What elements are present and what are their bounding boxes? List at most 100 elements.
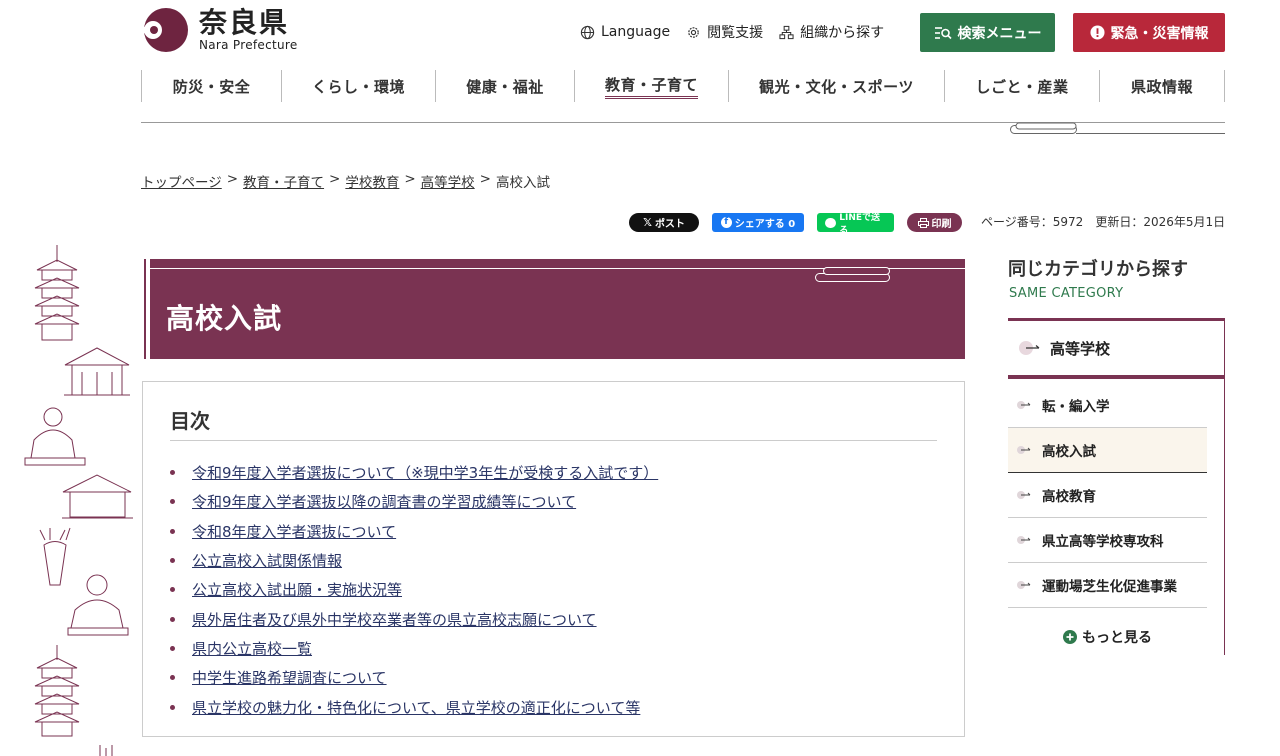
gnav-item-work[interactable]: しごと・産業 [944,70,1099,102]
emergency-button[interactable]: 緊急・災害情報 [1073,13,1225,52]
sidebar-item-advanced-course[interactable]: 県立高等学校専攻科 [1008,518,1207,563]
organization-label: 組織から探す [800,25,885,41]
page-number: ページ番号：5972 [981,215,1084,229]
sidebar-item-label: 転・編入学 [1042,399,1110,415]
gnav-item-education[interactable]: 教育・子育て [574,70,728,102]
sidebar-heading: 同じカテゴリから探す [1008,259,1188,280]
breadcrumb-separator: > [329,171,341,187]
sidebar-item-turf-project[interactable]: 運動場芝生化促進事業 [1008,563,1207,608]
toc-item: 公立高校入試出願・実施状況等 [170,575,658,604]
breadcrumb-current: 高校入試 [495,175,550,191]
toc-link[interactable]: 令和9年度入学者選抜以降の調査書の学習成績等について [192,491,576,512]
breadcrumb-education[interactable]: 教育・子育て [243,171,324,191]
line-share-button[interactable]: LINEで送る [817,213,894,236]
facebook-share-button[interactable]: f シェアする 0 [712,213,804,232]
breadcrumb-separator: > [404,171,416,187]
printer-icon [917,217,929,228]
toc-item: 中学生進路希望調査について [170,663,658,692]
sidebar-item-high-school-education[interactable]: 高校教育 [1008,473,1207,518]
logo-title: 奈良県 [199,6,290,39]
print-button[interactable]: 印刷 [907,213,962,232]
global-nav: 防災・安全 くらし・環境 健康・福祉 教育・子育て 観光・文化・スポーツ しごと… [141,70,1225,102]
toc-item: 令和8年度入学者選抜について [170,517,658,546]
gnav-item-living[interactable]: くらし・環境 [281,70,435,102]
sidebar-item-transfer[interactable]: 転・編入学 [1008,383,1207,428]
sidebar-parent-label: 高等学校 [1050,339,1111,358]
bullet-icon [170,499,175,505]
toc-link[interactable]: 公立高校入試関係情報 [192,550,342,571]
plus-circle-icon [1063,630,1077,644]
breadcrumb-top[interactable]: トップページ [141,171,222,191]
language-link[interactable]: Language [580,22,670,42]
gear-icon [688,26,699,38]
x-post-button[interactable]: 𝕏 ポスト [629,213,699,232]
toc-link[interactable]: 令和9年度入学者選抜について（※現中学3年生が受検する入試です） [192,462,658,483]
toc-item: 県内公立高校一覧 [170,634,658,663]
x-post-label: ポスト [654,219,685,230]
arrow-icon [1017,491,1031,499]
sidebar-category-box: 高等学校 転・編入学 高校入試 高校教育 県立高等学校専攻科 運動場芝生化促進事… [1008,318,1225,655]
sidebar-item-label: 高校入試 [1042,444,1096,460]
toc-link[interactable]: 県外居住者及び県外中学校卒業者等の県立高校志願について [192,609,597,630]
accessibility-label: 閲覧支援 [707,25,764,41]
table-of-contents: 目次 令和9年度入学者選抜について（※現中学3年生が受検する入試です） 令和9年… [142,381,965,737]
org-chart-icon [779,25,794,39]
toc-link[interactable]: 県立学校の魅力化・特色化について、県立学校の適正化について等 [192,697,640,718]
toc-link[interactable]: 県内公立高校一覧 [192,638,312,659]
toc-list: 令和9年度入学者選抜について（※現中学3年生が受検する入試です） 令和9年度入学… [170,458,658,722]
gnav-item-prefecture[interactable]: 県政情報 [1099,70,1225,102]
arrow-icon [1017,536,1031,544]
toc-link[interactable]: 公立高校入試出願・実施状況等 [192,579,402,600]
sidebar-item-label: 県立高等学校専攻科 [1042,534,1164,550]
globe-icon [580,25,595,39]
line-share-label: LINEで送る [839,212,881,236]
line-icon [825,217,837,228]
page-meta: ページ番号：5972 更新日：2026年5月1日 [981,213,1225,230]
breadcrumb-school[interactable]: 学校教育 [345,171,399,191]
toc-divider [170,440,937,441]
gnav-item-tourism[interactable]: 観光・文化・スポーツ [728,70,944,102]
sidebar-parent-link[interactable]: 高等学校 [1008,321,1224,379]
breadcrumb-separator: > [479,171,491,187]
toc-item: 県外居住者及び県外中学校卒業者等の県立高校志願について [170,604,658,633]
site-logo[interactable]: 奈良県 Nara Prefecture [141,8,298,52]
bullet-icon [170,470,175,476]
sidebar-item-label: 運動場芝生化促進事業 [1042,579,1177,595]
logo-mark-icon [141,8,191,52]
arrow-circle-icon [1019,341,1040,355]
breadcrumb: トップページ > 教育・子育て > 学校教育 > 高等学校 > 高校入試 [141,171,550,191]
bullet-icon [170,704,175,710]
sidebar-items: 転・編入学 高校入試 高校教育 県立高等学校専攻科 運動場芝生化促進事業 [1008,383,1207,608]
alert-icon [1089,25,1105,40]
arrow-icon [1017,446,1031,454]
more-label: もっと見る [1082,630,1152,646]
bullet-icon [170,587,175,593]
search-menu-button[interactable]: 検索メニュー [920,13,1055,52]
toc-item: 令和9年度入学者選抜について（※現中学3年生が受検する入試です） [170,458,658,487]
search-menu-icon [934,26,952,39]
accessibility-link[interactable]: 閲覧支援 [686,22,763,42]
temple-illustration-icon [24,245,133,756]
page-title: 高校入試 [166,302,283,335]
toc-link[interactable]: 令和8年度入学者選抜について [192,521,396,542]
facebook-share-label: シェアする 0 [734,219,796,230]
breadcrumb-high-school[interactable]: 高等学校 [421,171,475,191]
more-button[interactable]: もっと見る [1063,627,1152,647]
emergency-label: 緊急・災害情報 [1110,25,1209,42]
sidebar-subheading: SAME CATEGORY [1009,286,1124,301]
toc-link[interactable]: 中学生進路希望調査について [192,667,387,688]
x-logo-icon: 𝕏 [643,216,652,229]
language-label: Language [601,24,671,40]
bullet-icon [170,558,175,564]
sidebar-item-entrance-exam[interactable]: 高校入試 [1008,428,1207,473]
sidebar-item-label: 高校教育 [1042,489,1096,505]
bullet-icon [170,645,175,651]
toc-item: 公立高校入試関係情報 [170,546,658,575]
organization-link[interactable]: 組織から探す [779,22,884,42]
facebook-icon: f [720,217,732,228]
gnav-item-health[interactable]: 健康・福祉 [435,70,574,102]
gnav-item-disaster[interactable]: 防災・安全 [141,70,281,102]
cloud-decoration-icon [1010,122,1225,134]
toc-item: 県立学校の魅力化・特色化について、県立学校の適正化について等 [170,692,658,721]
breadcrumb-separator: > [226,171,239,187]
